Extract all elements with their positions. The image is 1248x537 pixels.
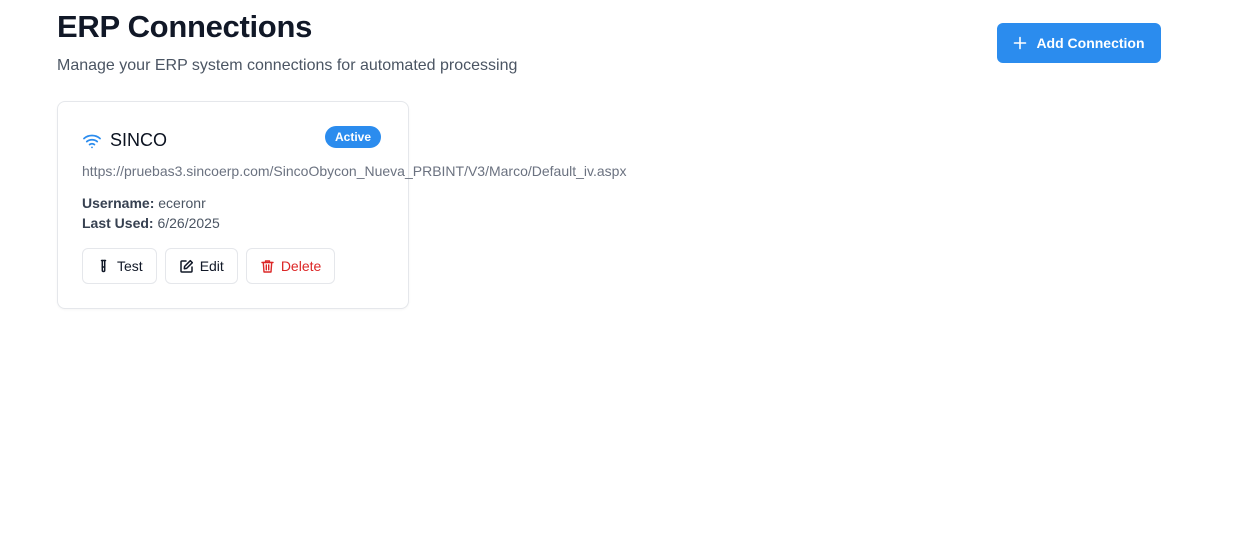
page-title: ERP Connections — [57, 9, 313, 44]
connection-url: https://pruebas3.sincoerp.com/SincoObyco… — [82, 163, 627, 179]
edit-icon — [179, 259, 194, 274]
delete-button-label: Delete — [280, 258, 322, 274]
connection-name: SINCO — [110, 130, 168, 150]
trash-icon — [260, 259, 275, 274]
wifi-icon — [82, 131, 102, 151]
page-subtitle: Manage your ERP system connections for a… — [57, 57, 518, 74]
last-used-value: 6/26/2025 — [157, 215, 220, 231]
add-connection-button[interactable]: Add Connection — [997, 23, 1161, 63]
username-value: eceronr — [158, 195, 206, 211]
username-label: Username: — [82, 195, 155, 211]
last-used-label: Last Used: — [82, 215, 154, 231]
last-used-row: Last Used: 6/26/2025 — [82, 214, 220, 232]
connection-card-header: SINCO — [82, 129, 167, 151]
connection-actions: Test Edit Delete — [82, 248, 336, 284]
test-tube-icon — [96, 259, 111, 274]
add-connection-label: Add Connection — [1036, 35, 1145, 51]
test-button[interactable]: Test — [82, 248, 157, 284]
erp-connections-page: ERP Connections Manage your ERP system c… — [0, 0, 1248, 537]
plus-icon — [1013, 36, 1027, 50]
status-badge: Active — [325, 126, 382, 148]
delete-button[interactable]: Delete — [245, 248, 336, 284]
username-row: Username: eceronr — [82, 194, 206, 212]
connection-card: SINCO Active https://pruebas3.sincoerp.c… — [57, 101, 626, 309]
edit-button[interactable]: Edit — [164, 248, 238, 284]
edit-button-label: Edit — [199, 258, 224, 274]
test-button-label: Test — [117, 258, 143, 274]
